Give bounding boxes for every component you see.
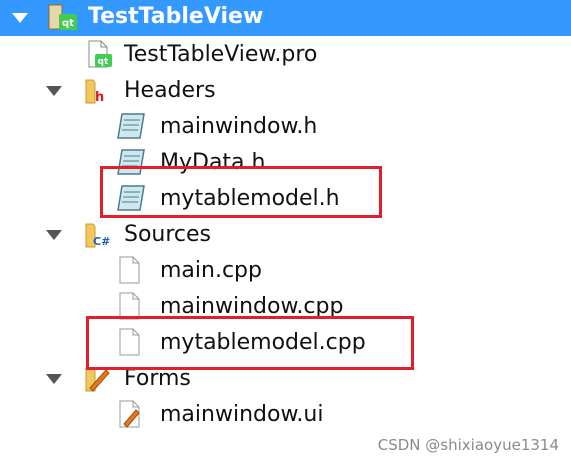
tree-root-label: TestTableView	[88, 4, 264, 29]
header-file-icon	[116, 112, 145, 140]
expand-arrow-icon[interactable]	[46, 230, 62, 240]
svg-text:C#: C#	[93, 235, 110, 248]
tree-root-row[interactable]: qt TestTableView	[0, 0, 571, 36]
tree-item-source-file[interactable]: main.cpp	[0, 252, 571, 288]
tree-folder-sources[interactable]: C# Sources	[0, 216, 571, 252]
tree-item-label: mainwindow.h	[160, 114, 318, 139]
tree-item-project-file[interactable]: qt TestTableView.pro	[0, 36, 571, 72]
tree-item-label: TestTableView.pro	[124, 42, 318, 67]
tree-folder-label: Sources	[124, 222, 212, 247]
qt-pro-file-icon: qt	[86, 40, 112, 68]
tree-folder-label: Headers	[124, 78, 216, 103]
qt-project-icon: qt	[48, 4, 77, 32]
expand-arrow-icon[interactable]	[46, 374, 62, 384]
headers-folder-icon: h	[84, 76, 108, 105]
expand-arrow-icon[interactable]	[46, 86, 62, 96]
annotation-box-header	[100, 166, 382, 218]
tree-item-form-file[interactable]: mainwindow.ui	[0, 396, 571, 432]
source-file-icon	[118, 256, 142, 284]
svg-text:h: h	[95, 90, 104, 104]
svg-text:qt: qt	[62, 18, 74, 29]
watermark-text: CSDN @shixiaoyue1314	[377, 436, 559, 454]
tree-folder-headers[interactable]: h Headers	[0, 72, 571, 108]
tree-item-label: mainwindow.ui	[160, 402, 324, 427]
tree-item-label: main.cpp	[160, 258, 262, 283]
sources-folder-icon: C#	[84, 220, 110, 248]
expand-arrow-icon[interactable]	[12, 13, 28, 23]
project-tree: qt TestTableView qt TestTableView.pro h …	[0, 0, 571, 464]
form-file-icon	[118, 400, 142, 428]
tree-item-header-file[interactable]: mainwindow.h	[0, 108, 571, 144]
annotation-box-source	[86, 316, 414, 370]
svg-text:qt: qt	[98, 57, 109, 67]
